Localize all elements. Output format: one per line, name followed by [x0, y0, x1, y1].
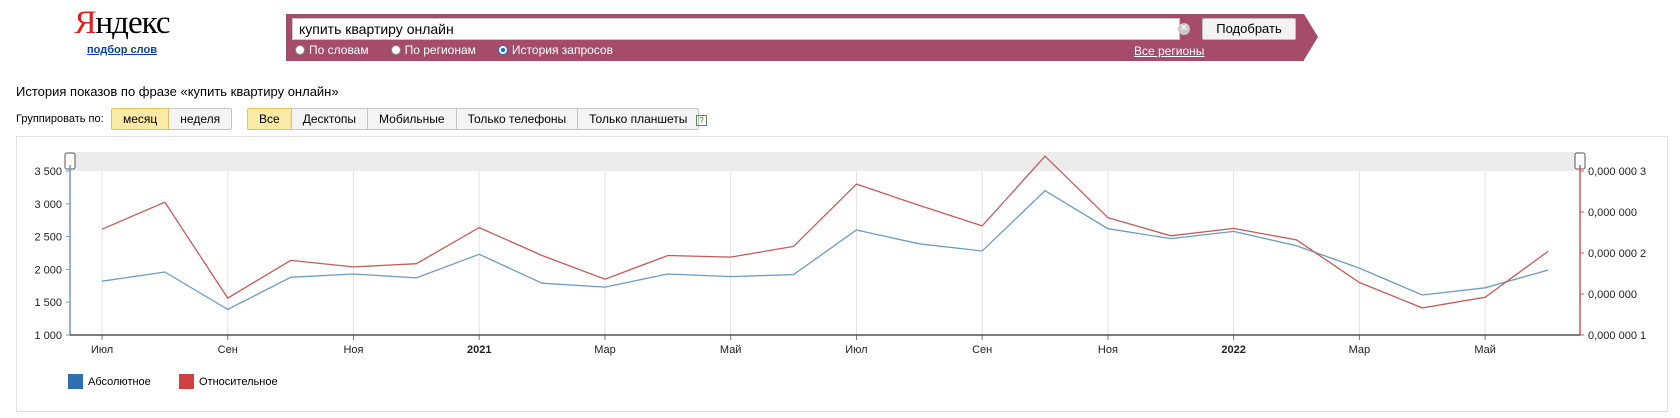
data-point	[225, 307, 230, 312]
x-tick-label: Май	[1474, 344, 1496, 356]
y-left-tick-label: 3 000	[34, 199, 62, 211]
data-point	[288, 258, 293, 263]
y-left-tick-label: 2 000	[34, 264, 62, 276]
data-point	[665, 271, 670, 276]
y-right-tick-label: 0,000 000 3	[1588, 166, 1646, 178]
data-point	[1105, 226, 1110, 231]
x-tick-label: Ноя	[343, 344, 363, 356]
data-point	[602, 285, 607, 290]
data-point	[980, 249, 985, 254]
data-point	[1420, 305, 1425, 310]
y-right-tick-label: 0,000 000	[1588, 207, 1637, 219]
x-tick-label: Июл	[91, 344, 113, 356]
data-point	[1043, 154, 1048, 159]
x-tick-label: Сен	[218, 344, 238, 356]
x-tick-label: 2022	[1221, 344, 1245, 356]
x-tick-label: Мар	[1349, 344, 1371, 356]
data-point	[477, 252, 482, 257]
legend-relative[interactable]: Относительное	[179, 374, 278, 389]
data-point	[1357, 266, 1362, 271]
data-point	[225, 296, 230, 301]
data-point	[1231, 226, 1236, 231]
data-point	[1043, 188, 1048, 193]
data-point	[980, 223, 985, 228]
data-point	[540, 281, 545, 286]
data-point	[602, 277, 607, 282]
y-right-tick-label: 0,000 000	[1588, 289, 1637, 301]
history-chart: 1 000 1 500 2 000 2 500 3 000 3 500 0,000 000 …	[34, 152, 1646, 356]
series-line-relative	[101, 155, 1549, 309]
data-point	[1294, 243, 1299, 248]
data-point	[540, 253, 545, 258]
data-point	[1105, 215, 1110, 220]
y-left-tick-label: 1 500	[34, 297, 62, 309]
range-navigator	[70, 152, 1580, 171]
data-point	[162, 270, 167, 275]
x-tick-label: Мар	[594, 344, 616, 356]
legend-swatch-absolute	[68, 374, 83, 389]
data-point	[477, 225, 482, 230]
data-point	[917, 241, 922, 246]
data-point	[1546, 268, 1551, 273]
data-point	[728, 274, 733, 279]
data-point	[100, 279, 105, 284]
data-point	[351, 264, 356, 269]
series-line-absolute	[101, 189, 1549, 311]
data-point	[665, 253, 670, 258]
data-point	[791, 244, 796, 249]
data-point	[1294, 237, 1299, 242]
data-point	[414, 275, 419, 280]
data-point	[791, 272, 796, 277]
x-tick-label: Май	[720, 344, 742, 356]
x-tick-label: Сен	[972, 344, 992, 356]
y-left-tick-label: 2 500	[34, 232, 62, 244]
data-point	[1168, 233, 1173, 238]
legend-absolute[interactable]: Абсолютное	[68, 374, 151, 389]
legend-swatch-relative	[179, 374, 194, 389]
data-point	[1483, 285, 1488, 290]
y-right-tick-label: 0,000 000 1	[1588, 330, 1646, 342]
data-point	[854, 228, 859, 233]
data-point	[728, 255, 733, 260]
x-tick-label: Ноя	[1098, 344, 1118, 356]
data-point	[1483, 295, 1488, 300]
data-point	[100, 227, 105, 232]
data-point	[162, 200, 167, 205]
data-point	[854, 182, 859, 187]
x-tick-label: 2021	[467, 344, 491, 356]
data-point	[414, 261, 419, 266]
data-point	[288, 275, 293, 280]
y-left-tick-label: 1 000	[34, 330, 62, 342]
x-tick-label: Июл	[845, 344, 867, 356]
data-point	[1357, 280, 1362, 285]
data-point	[917, 203, 922, 208]
data-point	[1420, 292, 1425, 297]
y-left-tick-label: 3 500	[34, 166, 62, 178]
data-point	[351, 271, 356, 276]
data-point	[1546, 249, 1551, 254]
y-right-tick-label: 0,000 000 2	[1588, 248, 1646, 260]
